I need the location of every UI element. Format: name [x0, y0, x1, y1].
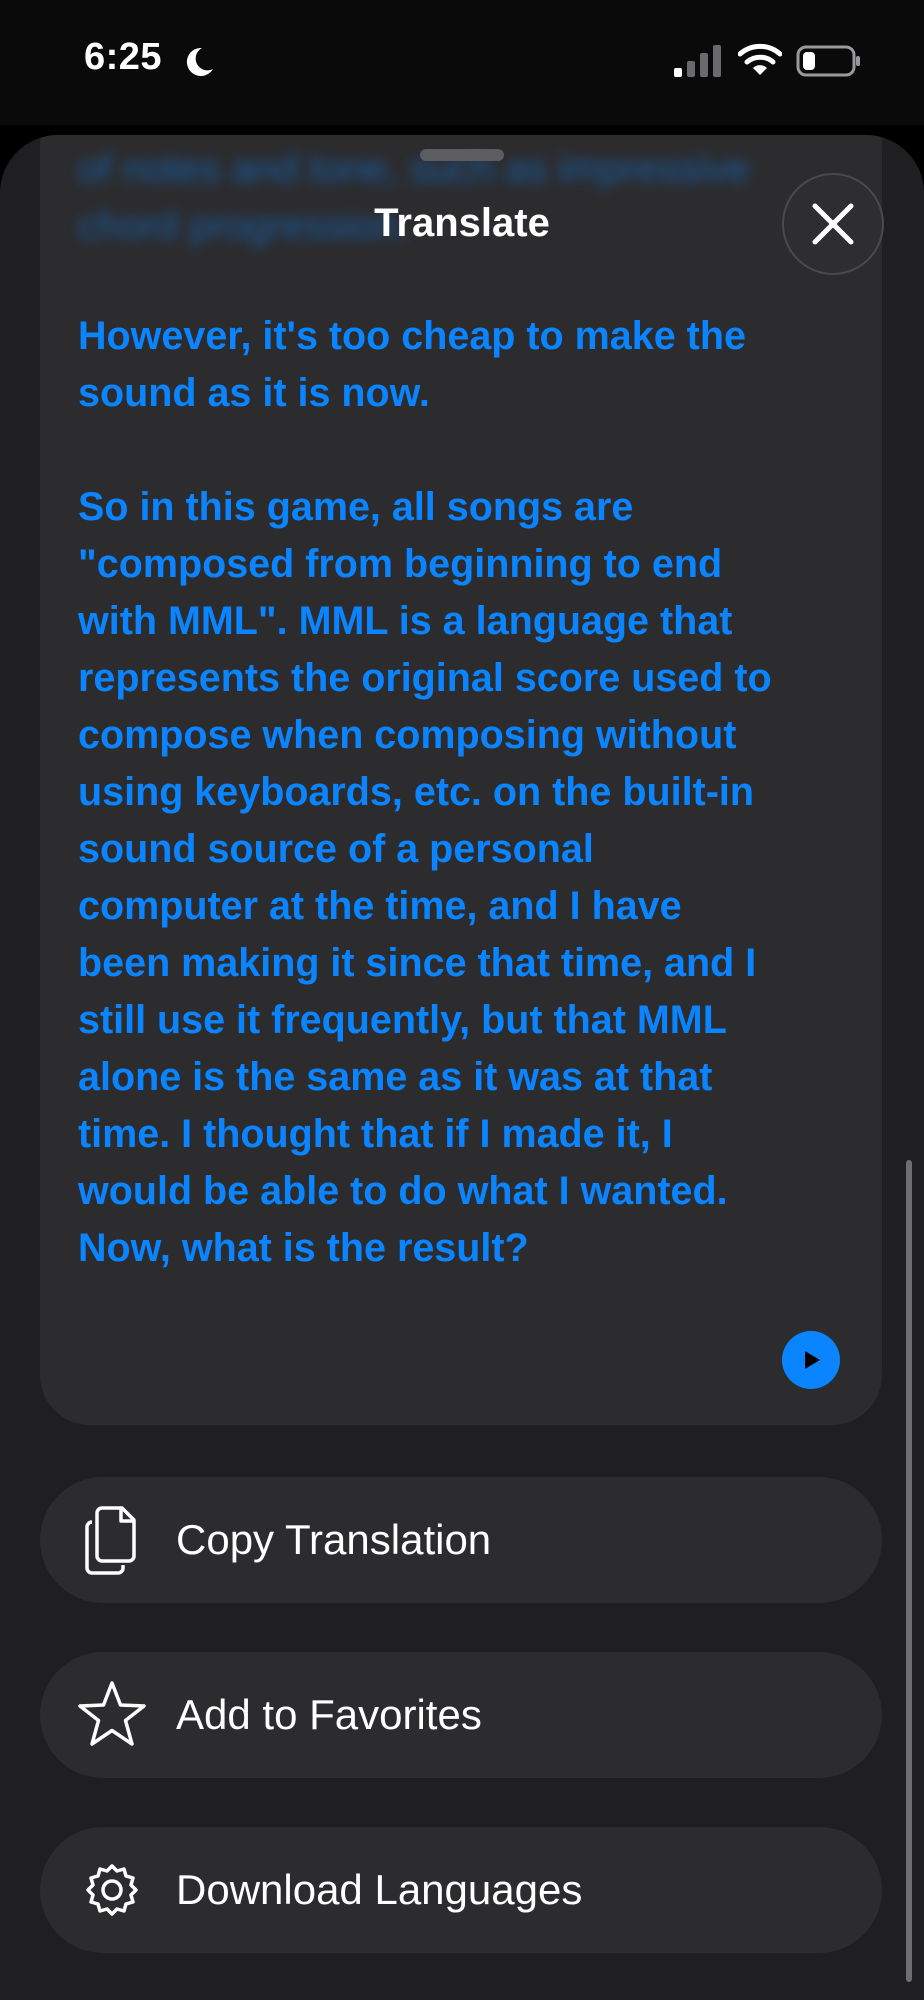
moon-icon — [186, 47, 213, 76]
add-to-favorites-button[interactable]: Add to Favorites — [40, 1652, 882, 1778]
translation-text: However, it's too cheap to make the soun… — [78, 314, 772, 1270]
star-icon — [78, 1681, 146, 1746]
copy-translation-button[interactable]: Copy Translation — [40, 1477, 882, 1603]
download-languages-icon — [86, 1864, 138, 1916]
status-time: 6:25 — [84, 36, 163, 78]
close-button[interactable] — [782, 173, 884, 275]
scrollbar[interactable] — [906, 1160, 912, 1982]
status-bar: 6:25 — [0, 0, 924, 125]
copy-icon — [85, 1506, 136, 1575]
play-icon — [805, 1351, 820, 1369]
battery-icon — [796, 45, 860, 77]
close-icon — [812, 203, 854, 245]
add-to-favorites-label: Add to Favorites — [176, 1691, 482, 1738]
play-button[interactable] — [782, 1331, 840, 1389]
download-languages-button[interactable]: Download Languages — [40, 1827, 882, 1953]
copy-translation-label: Copy Translation — [176, 1516, 492, 1563]
cellular-signal-icon — [674, 45, 721, 77]
translate-sheet: of notes and tone, such as impressive ch… — [0, 135, 924, 2000]
sheet-grabber[interactable] — [420, 149, 504, 161]
download-languages-label: Download Languages — [176, 1866, 583, 1913]
wifi-icon — [738, 43, 782, 75]
